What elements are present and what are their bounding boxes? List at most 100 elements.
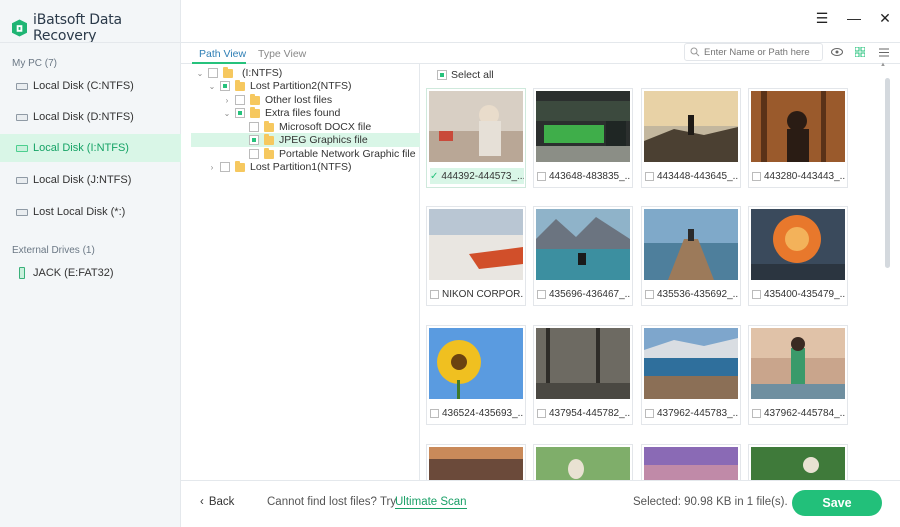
- chevron-right-icon[interactable]: ›: [208, 163, 216, 172]
- checkbox[interactable]: [752, 408, 761, 418]
- folder-icon: [264, 147, 274, 159]
- checkbox[interactable]: [249, 149, 259, 159]
- checkbox[interactable]: [220, 81, 230, 91]
- checkbox[interactable]: [645, 408, 654, 418]
- folder-icon: [250, 93, 260, 105]
- tree-node-other-lost[interactable]: › Other lost files: [191, 93, 420, 107]
- tree-node-jpeg[interactable]: JPEG Graphics file: [191, 133, 420, 147]
- back-button[interactable]: ‹ Back: [200, 496, 234, 508]
- photo-thumbnail: [644, 328, 738, 399]
- file-card[interactable]: 435400-435479_...: [748, 206, 848, 306]
- checkbox[interactable]: [537, 171, 546, 181]
- scroll-up-icon[interactable]: ▲: [880, 62, 886, 68]
- file-name: 435696-436467_...: [549, 288, 631, 300]
- check-icon[interactable]: ✓: [430, 171, 438, 182]
- photo-thumbnail: [429, 328, 523, 399]
- checkbox[interactable]: [537, 289, 546, 299]
- checkbox[interactable]: [430, 408, 439, 418]
- folder-icon: [250, 106, 260, 118]
- select-all-checkbox[interactable]: [437, 70, 447, 80]
- menu-icon[interactable]: ☰: [814, 10, 830, 27]
- file-card[interactable]: NIKON CORPOR...: [426, 206, 526, 306]
- file-name: 435536-435692_...: [657, 288, 739, 300]
- file-card[interactable]: 435536-435692_...: [641, 206, 741, 306]
- hard-disk-icon: [16, 113, 28, 121]
- my-pc-label: My PC (7): [12, 58, 57, 69]
- chevron-right-icon[interactable]: ›: [223, 96, 231, 105]
- photo-thumbnail: [536, 209, 630, 280]
- photo-thumbnail: [536, 447, 630, 481]
- file-card[interactable]: 435696-436467_...: [533, 206, 633, 306]
- tree-node-lost-partition1[interactable]: › Lost Partition1(NTFS): [191, 160, 420, 174]
- grid-view-icon[interactable]: [853, 45, 867, 59]
- checkbox[interactable]: [752, 171, 761, 181]
- file-card[interactable]: 437954-445782_...: [533, 325, 633, 425]
- file-name: 443280-443443_...: [764, 170, 846, 182]
- chevron-down-icon[interactable]: ⌄: [208, 82, 216, 91]
- disk-label: Local Disk (I:NTFS): [33, 142, 129, 154]
- checkbox[interactable]: [537, 408, 546, 418]
- checkbox[interactable]: [208, 68, 218, 78]
- checkbox[interactable]: [249, 135, 259, 145]
- search-input[interactable]: [704, 46, 814, 58]
- search-box[interactable]: [684, 43, 823, 61]
- scrollbar-thumb[interactable]: [885, 78, 890, 268]
- file-card[interactable]: [748, 444, 848, 481]
- chevron-down-icon[interactable]: ⌄: [196, 69, 204, 78]
- photo-thumbnail: [751, 447, 845, 481]
- photo-thumbnail: [429, 209, 523, 280]
- file-card[interactable]: [641, 444, 741, 481]
- list-view-icon[interactable]: [877, 45, 891, 59]
- close-icon[interactable]: ✕: [877, 10, 893, 27]
- file-card[interactable]: 443448-443645_...: [641, 88, 741, 188]
- tab-type-view[interactable]: Type View: [258, 48, 306, 60]
- photo-thumbnail: [751, 91, 845, 162]
- photo-thumbnail: [644, 91, 738, 162]
- tree-node-label: Extra files found: [265, 107, 341, 119]
- tree-node-lost-partition2[interactable]: ⌄ Lost Partition2(NTFS): [191, 79, 420, 93]
- file-card[interactable]: [426, 444, 526, 481]
- lost-files-hint: Cannot find lost files? Try: [267, 496, 397, 508]
- tab-path-view[interactable]: Path View: [199, 48, 246, 60]
- hard-disk-icon: [16, 176, 28, 184]
- sidebar: iBatsoft Data Recovery My PC (7) Local D…: [0, 0, 181, 527]
- tree-node-extra-files[interactable]: ⌄ Extra files found: [191, 106, 420, 120]
- checkbox[interactable]: [645, 171, 654, 181]
- file-card[interactable]: 436524-435693_...: [426, 325, 526, 425]
- file-card[interactable]: 443648-483835_...: [533, 88, 633, 188]
- sidebar-item-disk-j[interactable]: Local Disk (J:NTFS): [0, 166, 181, 194]
- checkbox[interactable]: [752, 289, 761, 299]
- folder-icon: [264, 120, 274, 132]
- select-all[interactable]: Select all: [437, 69, 494, 81]
- checkbox[interactable]: [645, 289, 654, 299]
- grid-scrollbar[interactable]: [885, 70, 890, 480]
- sidebar-item-disk-c[interactable]: Local Disk (C:NTFS): [0, 72, 181, 100]
- save-button[interactable]: Save: [792, 490, 882, 516]
- file-card[interactable]: ✓ 444392-444573_...: [426, 88, 526, 188]
- checkbox[interactable]: [249, 122, 259, 132]
- minimize-icon[interactable]: —: [846, 10, 862, 26]
- sidebar-item-disk-i[interactable]: Local Disk (I:NTFS): [0, 134, 181, 162]
- tree-node-label: Portable Network Graphic file: [279, 148, 416, 160]
- file-card[interactable]: 443280-443443_...: [748, 88, 848, 188]
- file-name: 437962-445783_...: [657, 407, 739, 419]
- file-card[interactable]: 437962-445783_...: [641, 325, 741, 425]
- sidebar-item-lost-disk[interactable]: Lost Local Disk (*:): [0, 198, 181, 226]
- file-name: 443648-483835_...: [549, 170, 631, 182]
- checkbox[interactable]: [235, 108, 245, 118]
- sidebar-item-disk-d[interactable]: Local Disk (D:NTFS): [0, 103, 181, 131]
- ultimate-scan-link[interactable]: Ultimate Scan: [395, 496, 467, 509]
- preview-eye-icon[interactable]: [830, 45, 844, 59]
- file-name: 443448-443645_...: [657, 170, 739, 182]
- file-name: 437954-445782_...: [549, 407, 631, 419]
- tree-node-png[interactable]: Portable Network Graphic file: [191, 147, 420, 161]
- tree-node-docx[interactable]: Microsoft DOCX file: [191, 120, 420, 134]
- chevron-down-icon[interactable]: ⌄: [223, 109, 231, 118]
- checkbox[interactable]: [235, 95, 245, 105]
- file-card[interactable]: [533, 444, 633, 481]
- checkbox[interactable]: [430, 289, 439, 299]
- sidebar-item-usb-jack[interactable]: JACK (E:FAT32): [0, 259, 181, 287]
- tree-node-root[interactable]: ⌄ (I:NTFS): [191, 66, 420, 80]
- file-card[interactable]: 437962-445784_...: [748, 325, 848, 425]
- checkbox[interactable]: [220, 162, 230, 172]
